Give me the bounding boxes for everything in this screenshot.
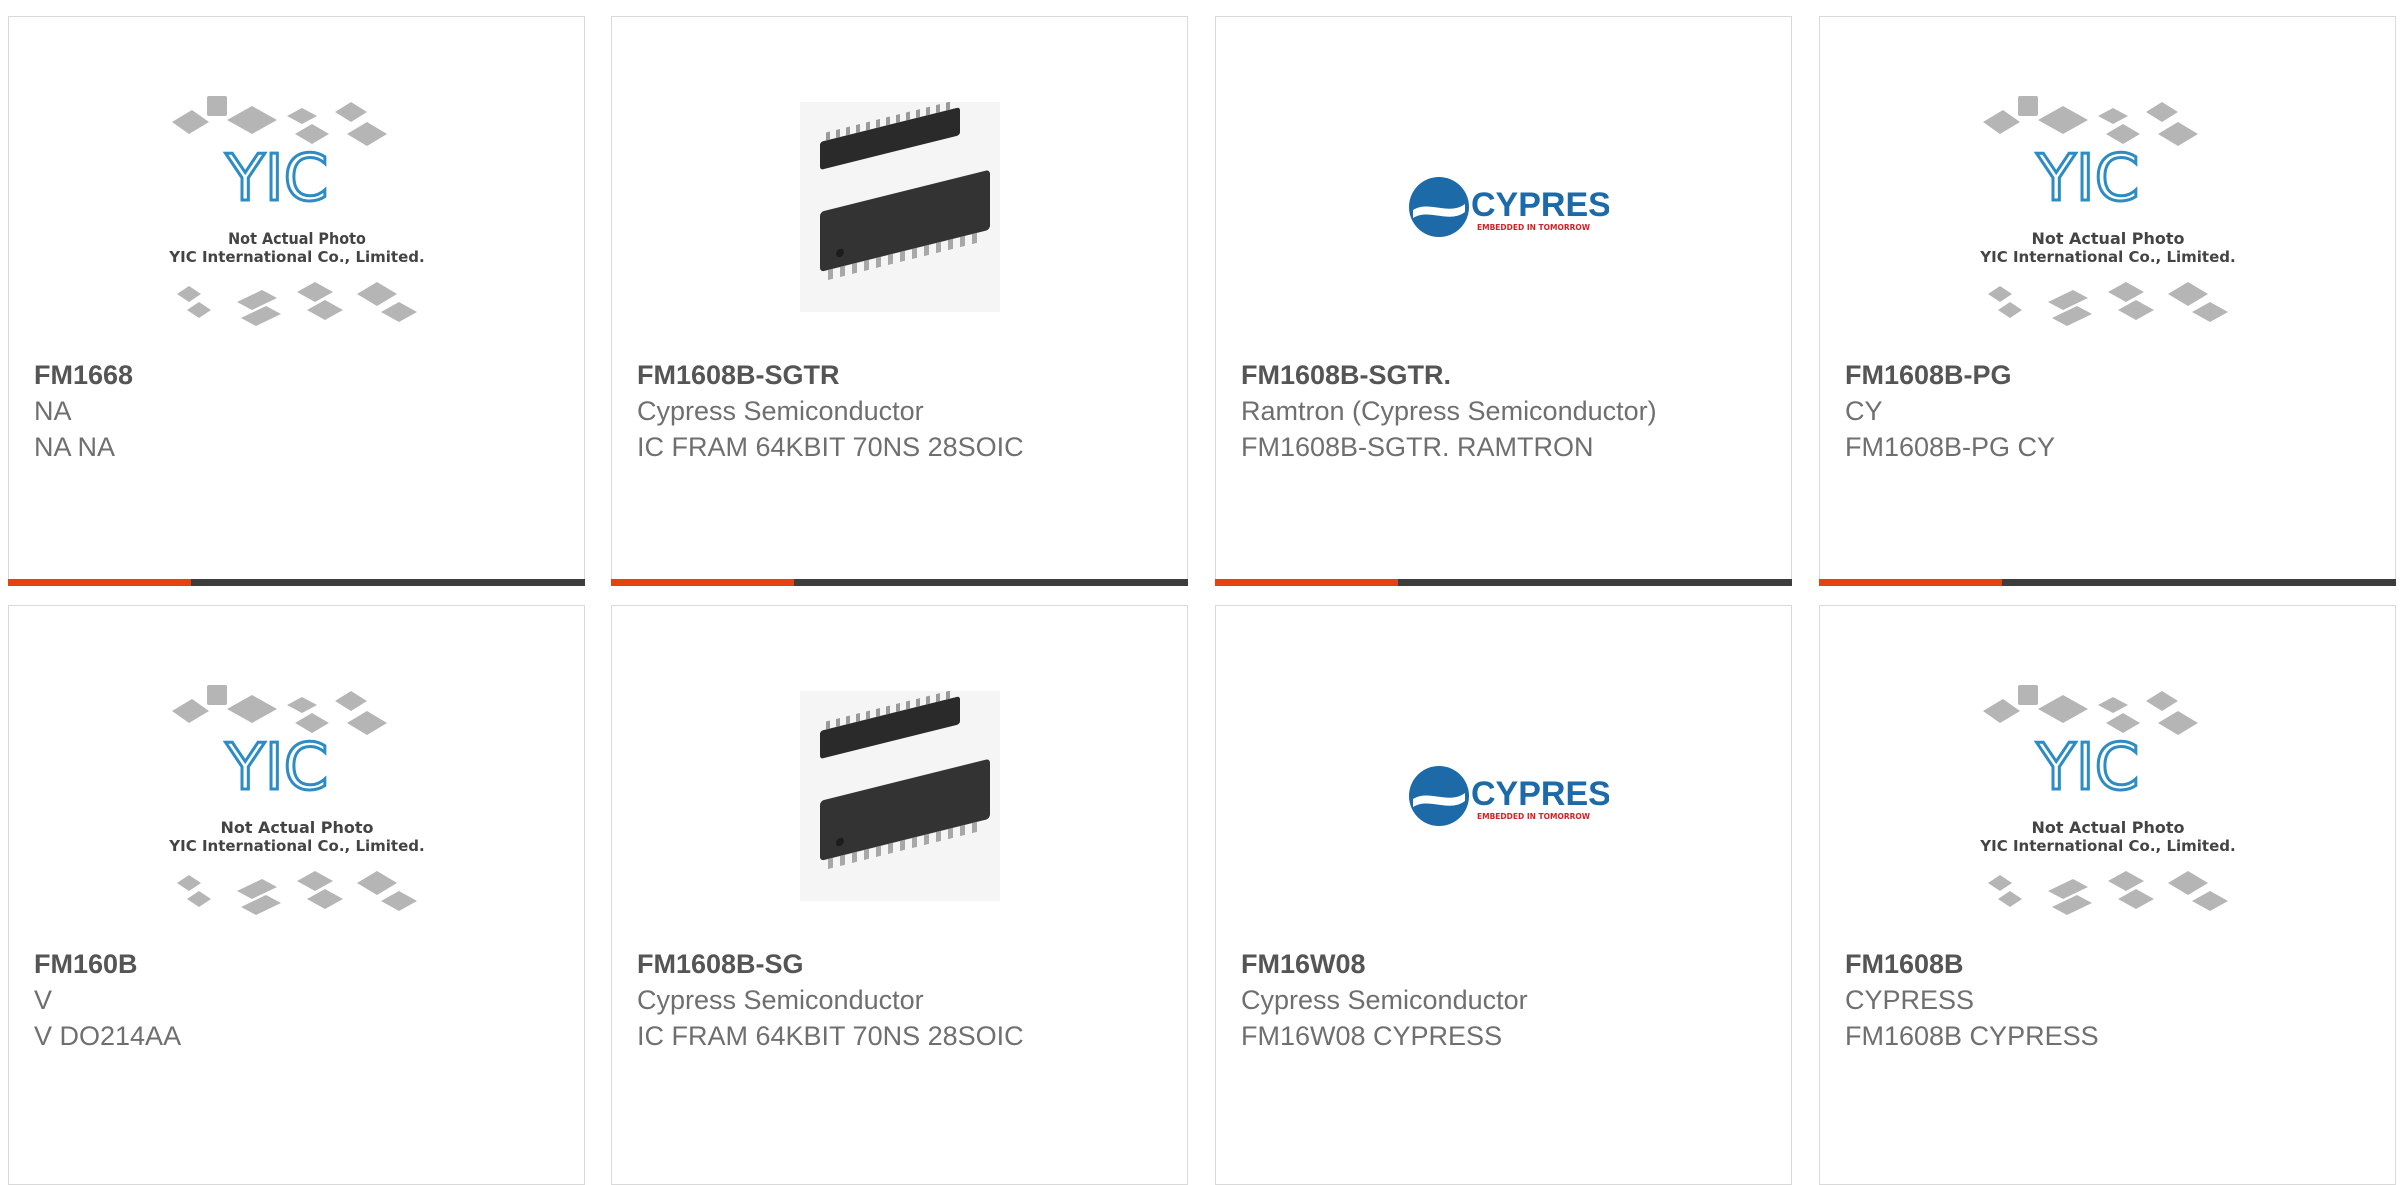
placeholder-image: YIC Not Actual Photo YIC International C… <box>168 96 424 326</box>
svg-text:YIC International Co., Limited: YIC International Co., Limited. <box>1979 248 2235 266</box>
card-accent-bar <box>8 579 585 586</box>
svg-text:YIC International Co., Limited: YIC International Co., Limited. <box>168 837 424 855</box>
description: IC FRAM 64KBIT 70NS 28SOIC <box>637 1021 1024 1051</box>
manufacturer: NA <box>34 396 72 426</box>
product-image: YIC Not Actual Photo YIC International C… <box>9 666 584 926</box>
part-number[interactable]: FM1668 <box>34 357 564 393</box>
description: NA NA <box>34 432 116 462</box>
product-image <box>612 666 1187 926</box>
manufacturer: Cypress Semiconductor <box>1241 985 1528 1015</box>
description: IC FRAM 64KBIT 70NS 28SOIC <box>637 432 1024 462</box>
part-number[interactable]: FM1608B-PG <box>1845 357 2375 393</box>
svg-text:Not Actual Photo: Not Actual Photo <box>228 229 366 248</box>
product-grid: YIC Not Actual Photo YIC International C… <box>0 0 2400 1185</box>
product-image <box>612 77 1187 337</box>
card-accent-bar <box>1215 579 1792 586</box>
description: FM16W08 CYPRESS <box>1241 1021 1503 1051</box>
product-card[interactable]: YIC Not Actual Photo YIC International C… <box>1819 605 2396 1185</box>
svg-text:YIC International Co., Limited: YIC International Co., Limited. <box>168 248 424 266</box>
soic-chip-image <box>799 691 1000 901</box>
manufacturer: CYPRESS <box>1845 985 1975 1015</box>
description: FM1608B-SGTR. RAMTRON <box>1241 432 1594 462</box>
description: FM1608B CYPRESS <box>1845 1021 2099 1051</box>
placeholder-image: YIC Not Actual Photo YIC International C… <box>1979 685 2235 915</box>
card-accent-bar <box>611 579 1188 586</box>
product-card[interactable]: CYPRESS EMBEDDED IN TOMORROW FM1608B-SGT… <box>1215 16 1792 586</box>
product-image: YIC Not Actual Photo YIC International C… <box>1820 77 2395 337</box>
product-card[interactable]: YIC Not Actual Photo YIC International C… <box>8 16 585 586</box>
placeholder-image: YIC Not Actual Photo YIC International C… <box>1979 96 2235 326</box>
part-number[interactable]: FM1608B-SGTR <box>637 357 1167 393</box>
part-number[interactable]: FM1608B-SGTR. <box>1241 357 1771 393</box>
svg-text:YIC: YIC <box>2035 142 2139 216</box>
manufacturer: Cypress Semiconductor <box>637 396 924 426</box>
description: V DO214AA <box>34 1021 182 1051</box>
svg-text:EMBEDDED IN TOMORROW: EMBEDDED IN TOMORROW <box>1477 223 1591 232</box>
svg-text:Not Actual Photo: Not Actual Photo <box>2031 818 2184 837</box>
manufacturer: CY <box>1845 396 1883 426</box>
product-card[interactable]: CYPRESS EMBEDDED IN TOMORROW FM16W08 Cyp… <box>1215 605 1792 1185</box>
part-number[interactable]: FM1608B <box>1845 946 2375 982</box>
svg-text:EMBEDDED IN TOMORROW: EMBEDDED IN TOMORROW <box>1477 812 1591 821</box>
product-card[interactable]: FM1608B-SG Cypress Semiconductor IC FRAM… <box>611 605 1188 1185</box>
soic-chip-image <box>799 102 1000 312</box>
svg-text:YIC: YIC <box>2035 731 2139 805</box>
product-image: YIC Not Actual Photo YIC International C… <box>9 77 584 337</box>
svg-text:Not Actual Photo: Not Actual Photo <box>2031 229 2184 248</box>
part-number[interactable]: FM16W08 <box>1241 946 1771 982</box>
part-number[interactable]: FM1608B-SG <box>637 946 1167 982</box>
product-image: CYPRESS EMBEDDED IN TOMORROW <box>1216 666 1791 926</box>
cypress-logo: CYPRESS EMBEDDED IN TOMORROW <box>1408 177 1609 237</box>
svg-text:YIC: YIC <box>224 142 328 216</box>
product-card[interactable]: YIC Not Actual Photo YIC International C… <box>1819 16 2396 586</box>
product-image: CYPRESS EMBEDDED IN TOMORROW <box>1216 77 1791 337</box>
manufacturer: Cypress Semiconductor <box>637 985 924 1015</box>
product-card[interactable]: FM1608B-SGTR Cypress Semiconductor IC FR… <box>611 16 1188 586</box>
manufacturer: Ramtron (Cypress Semiconductor) <box>1241 396 1657 426</box>
svg-text:CYPRESS: CYPRESS <box>1471 775 1609 813</box>
part-number[interactable]: FM160B <box>34 946 564 982</box>
placeholder-image: YIC Not Actual Photo YIC International C… <box>168 685 424 915</box>
svg-text:CYPRESS: CYPRESS <box>1471 186 1609 224</box>
card-accent-bar <box>1819 579 2396 586</box>
product-image: YIC Not Actual Photo YIC International C… <box>1820 666 2395 926</box>
svg-text:Not Actual Photo: Not Actual Photo <box>220 818 373 837</box>
svg-text:YIC International Co., Limited: YIC International Co., Limited. <box>1979 837 2235 855</box>
description: FM1608B-PG CY <box>1845 432 2056 462</box>
cypress-logo: CYPRESS EMBEDDED IN TOMORROW <box>1408 766 1609 826</box>
product-card[interactable]: YIC Not Actual Photo YIC International C… <box>8 605 585 1185</box>
svg-text:YIC: YIC <box>224 731 328 805</box>
manufacturer: V <box>34 985 53 1015</box>
